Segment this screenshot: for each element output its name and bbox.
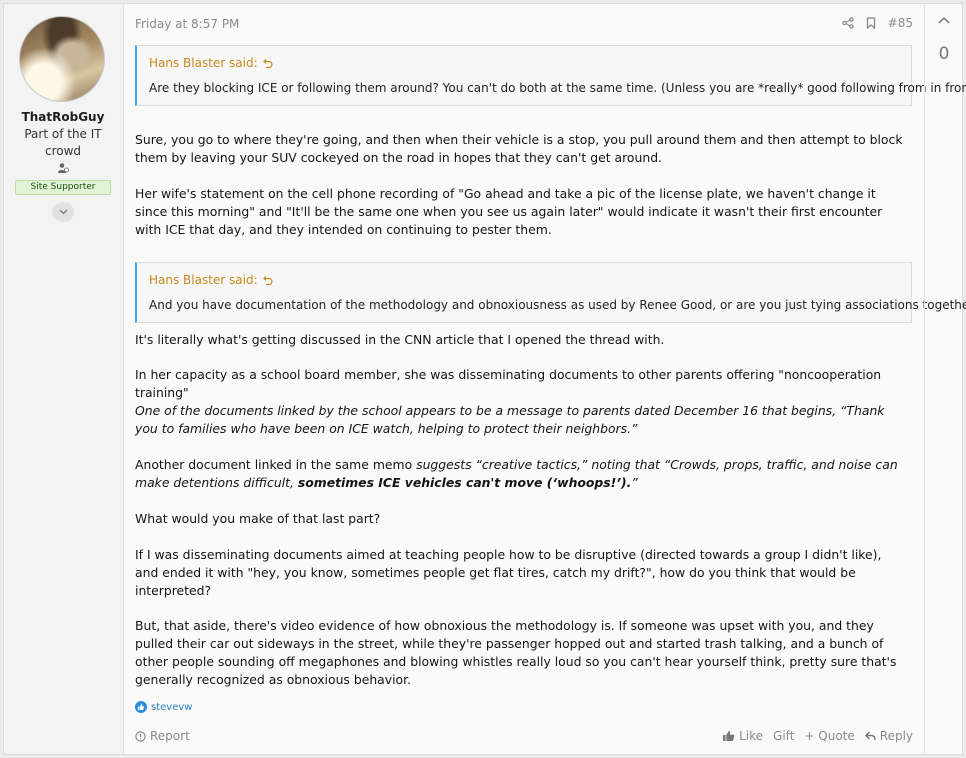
quote-header[interactable]: Hans Blaster said:	[149, 273, 273, 287]
post-top-actions: #85	[841, 16, 913, 30]
quote-header[interactable]: Hans Blaster said:	[149, 56, 273, 70]
quote-block: Hans Blaster said: Are they blocking ICE…	[135, 45, 966, 106]
post-paragraph: But, that aside, there's video evidence …	[135, 618, 897, 687]
like-reaction-icon	[135, 701, 147, 713]
report-label: Report	[150, 729, 190, 743]
post-paragraph: What would you make of that last part?	[135, 511, 381, 526]
expand-user-info-button[interactable]	[52, 202, 74, 222]
user-sidebar: ThatRobGuy Part of the IT crowd Site Sup…	[4, 4, 124, 754]
post-date[interactable]: Friday at 8:57 PM	[135, 17, 239, 31]
reaction-bar[interactable]: stevevw	[135, 701, 192, 713]
quote-author[interactable]: Hans Blaster said:	[149, 56, 258, 70]
reply-label: Reply	[879, 729, 913, 743]
italic-quote: One of the documents linked by the schoo…	[135, 403, 885, 436]
user-title: Part of the IT crowd	[24, 127, 102, 158]
quote-text: And you have documentation of the method…	[149, 298, 966, 312]
reaction-user[interactable]: stevevw	[151, 702, 192, 713]
italic-text: ”	[631, 475, 638, 490]
go-to-quote-icon[interactable]	[262, 275, 273, 285]
go-to-quote-icon[interactable]	[262, 58, 273, 68]
post-paragraph: In her capacity as a school board member…	[135, 367, 882, 400]
upvote-chevron-icon[interactable]	[938, 16, 950, 24]
reply-button[interactable]: Reply	[864, 729, 913, 743]
quote-button[interactable]: + Quote	[804, 729, 854, 743]
post-number[interactable]: #85	[888, 16, 913, 30]
avatar[interactable]	[19, 16, 105, 102]
post-main: Friday at 8:57 PM #85 Hans Blaster said:…	[124, 4, 966, 754]
reply-arrow-icon	[864, 731, 876, 741]
vote-column: 0	[924, 4, 962, 754]
flag-icon	[135, 730, 146, 742]
site-supporter-badge: Site Supporter	[15, 180, 111, 195]
thumbs-up-icon	[723, 731, 735, 741]
quote-author[interactable]: Hans Blaster said:	[149, 273, 258, 287]
plain-text: Another document linked in the same memo	[135, 457, 417, 472]
quote-block: Hans Blaster said: And you have document…	[135, 262, 966, 323]
post-paragraph: It's literally what's getting discussed …	[135, 332, 665, 347]
post-paragraph: Her wife's statement on the cell phone r…	[135, 186, 883, 237]
username[interactable]: ThatRobGuy	[4, 110, 122, 124]
bold-italic-text: sometimes ICE vehicles can't move (‘whoo…	[297, 475, 632, 490]
vote-count: 0	[938, 44, 950, 64]
footer-actions: Like Gift + Quote Reply	[722, 729, 913, 743]
gift-button[interactable]: Gift	[773, 729, 794, 743]
post-paragraph: If I was disseminating documents aimed a…	[135, 547, 882, 598]
post-paragraph: Sure, you go to where they're going, and…	[135, 132, 903, 165]
post-footer: Report Like Gift + Quote Reply	[135, 729, 913, 747]
post-paragraph-italic: One of the documents linked by the schoo…	[135, 402, 905, 438]
report-button[interactable]: Report	[135, 729, 190, 743]
share-icon[interactable]	[841, 17, 854, 29]
person-icon	[58, 163, 69, 173]
quote-text: Are they blocking ICE or following them …	[149, 81, 966, 95]
chevron-down-icon	[59, 209, 67, 215]
forum-post: ThatRobGuy Part of the IT crowd Site Sup…	[3, 3, 966, 755]
post-paragraph-mixed: Another document linked in the same memo…	[135, 456, 905, 492]
bookmark-icon[interactable]	[866, 17, 876, 29]
like-label: Like	[739, 729, 764, 743]
like-button[interactable]: Like	[722, 729, 763, 743]
